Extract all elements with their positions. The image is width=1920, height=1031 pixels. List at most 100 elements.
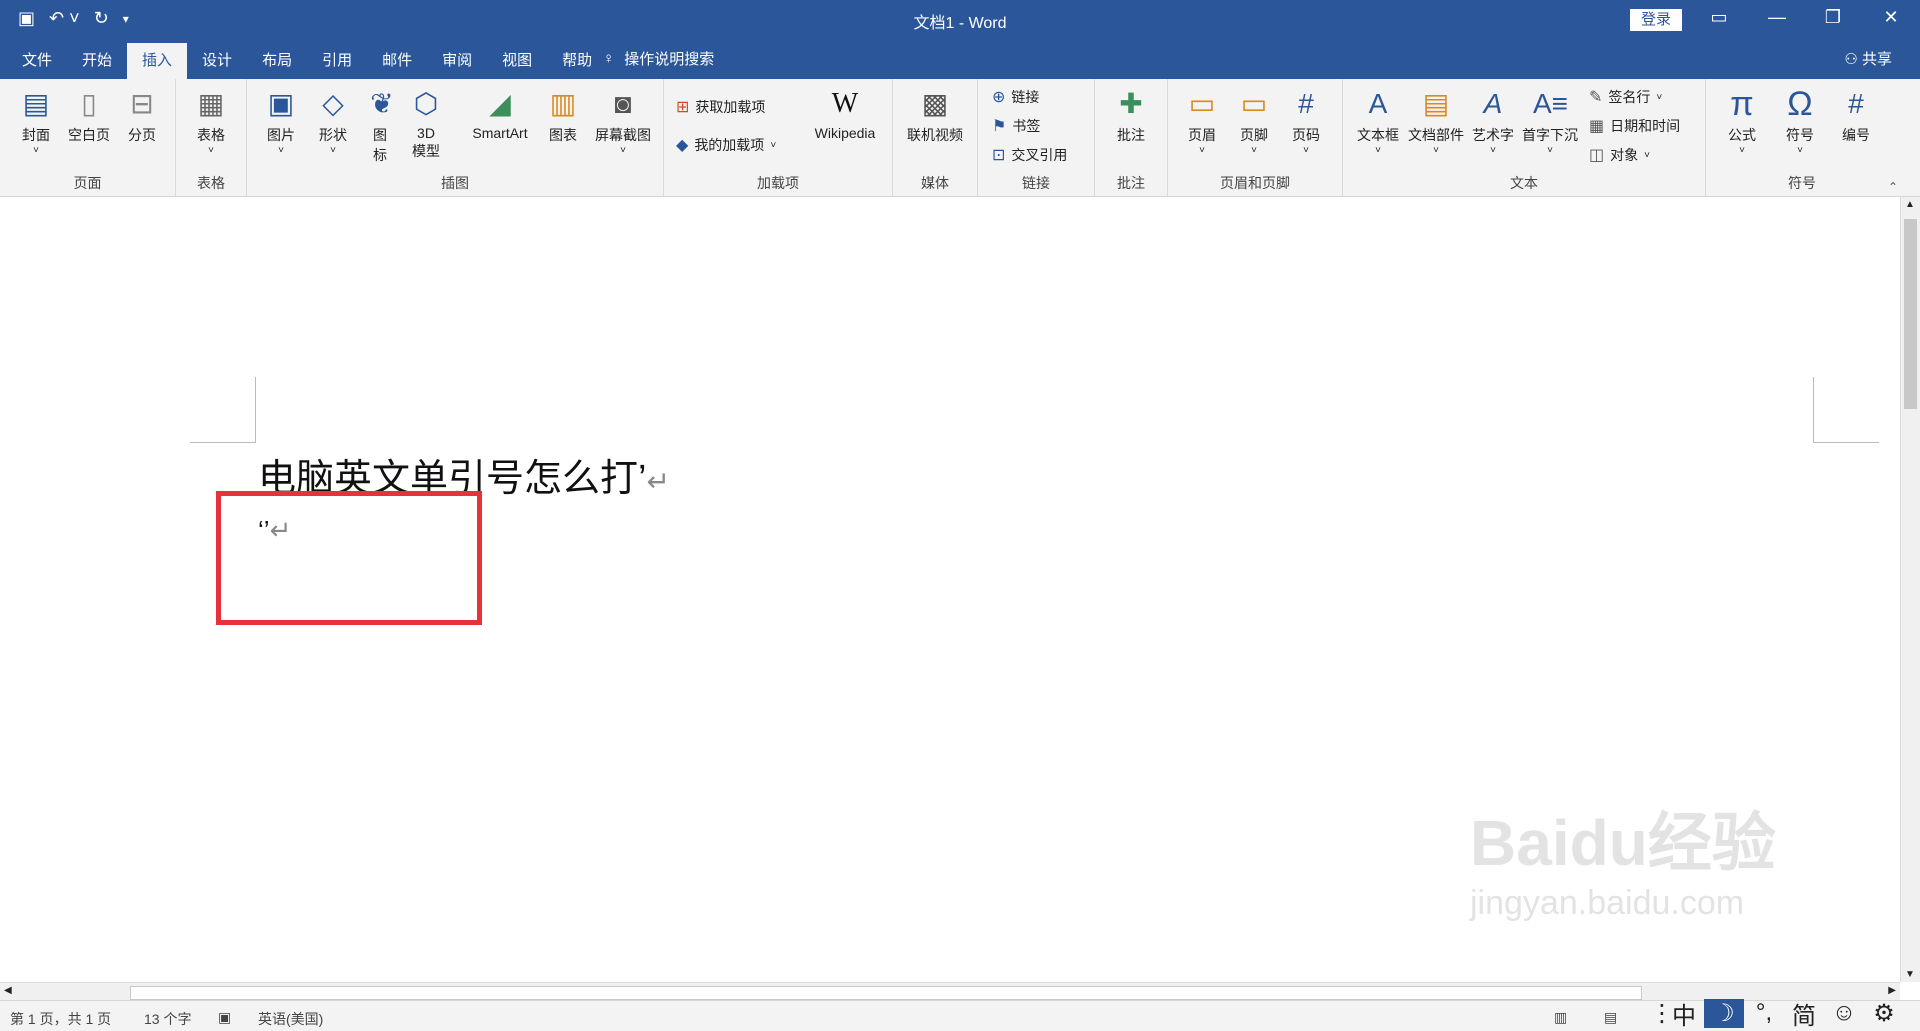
tab-references[interactable]: 引用 [307,43,367,79]
get-addins-button[interactable]: ⊞ 获取加载项 [676,97,765,117]
crop-mark-right [1813,377,1879,443]
cover-page-button[interactable]: ▤ 封面 ˅ [14,87,58,156]
tab-help[interactable]: 帮助 [547,43,607,79]
table-icon: ▦ [197,88,225,119]
table-button[interactable]: ▦ 表格 ˅ [189,87,233,156]
ime-punctuation[interactable]: °, [1744,999,1784,1027]
omega-icon: Ω [1787,85,1813,123]
wordart-button[interactable]: A 艺术字 ˅ [1469,87,1517,156]
smartart-button[interactable]: ◢ SmartArt [465,87,535,141]
close-icon[interactable]: ✕ [1876,7,1906,28]
equation-button[interactable]: π 公式 ˅ [1720,87,1764,156]
tell-me-search[interactable]: ♀ 操作说明搜索 [603,48,714,69]
tab-mailings[interactable]: 邮件 [367,43,427,79]
ime-moon-icon[interactable]: ☽ [1704,998,1744,1028]
page-break-icon: ⊟ [130,88,154,119]
vertical-scrollbar[interactable]: ▲ ▼ [1900,197,1920,982]
document-area[interactable]: 电脑英文单引号怎么打’↵ ‘’↵ Baidu经验 jingyan.baidu.c… [0,197,1900,982]
symbol-button[interactable]: Ω 符号 ˅ [1778,87,1822,156]
footer-button[interactable]: ▭ 页脚 ˅ [1234,87,1274,156]
scroll-left-icon[interactable]: ◀ [4,985,12,996]
scroll-right-icon[interactable]: ▶ [1888,985,1896,996]
scroll-up-icon[interactable]: ▲ [1905,199,1915,210]
horizontal-scrollbar[interactable]: ◀ ▶ [0,982,1900,1001]
link-icon: ⊕ [992,89,1006,106]
icons-button[interactable]: ❦ 图标 [365,87,395,165]
proofing-icon[interactable]: ▣ [218,1009,231,1026]
tab-layout[interactable]: 布局 [247,43,307,79]
crop-mark-left [190,377,256,443]
scroll-down-icon[interactable]: ▼ [1905,969,1915,980]
cover-page-icon: ▤ [22,88,50,119]
group-text-label: 文本 [1510,175,1538,191]
gear-icon[interactable]: ⚙ [1864,999,1904,1028]
page-number-icon: # [1298,88,1314,119]
drop-cap-button[interactable]: A≡ 首字下沉 ˅ [1519,87,1581,156]
shapes-button[interactable]: ◇ 形状 ˅ [311,87,355,156]
comment-button[interactable]: ✚ 批注 [1107,87,1155,145]
horizontal-scroll-thumb[interactable] [130,986,1642,1000]
screenshot-button[interactable]: ◙ 屏幕截图 ˅ [589,87,657,156]
cross-reference-icon: ⊡ [992,147,1006,164]
tab-review[interactable]: 审阅 [427,43,487,79]
tab-home[interactable]: 开始 [67,43,127,79]
chart-button[interactable]: ▥ 图表 [543,87,583,145]
quick-parts-button[interactable]: ▤ 文档部件 ˅ [1405,87,1467,156]
word-count[interactable]: 13 个字 [144,1009,191,1029]
group-tables: ▦ 表格 ˅ 表格 [176,79,247,196]
bookmark-button[interactable]: ⚑ 书签 [992,116,1040,136]
language[interactable]: 英语(美国) [258,1009,323,1029]
group-pages-label: 页面 [73,175,102,191]
ribbon-tabs: 文件 开始 插入 设计 布局 引用 邮件 审阅 视图 帮助 [0,39,607,79]
emoji-icon[interactable]: ☺ [1824,999,1864,1027]
picture-icon: ▣ [267,88,295,119]
paragraph-mark-icon: ↵ [646,466,670,497]
restore-icon[interactable]: ❐ [1818,7,1848,28]
pictures-button[interactable]: ▣ 图片 ˅ [261,87,301,156]
tab-file[interactable]: 文件 [0,43,67,79]
textbox-icon: A [1368,88,1388,119]
collapse-ribbon-icon[interactable]: ⌃ [1888,180,1898,194]
header-button[interactable]: ▭ 页眉 ˅ [1182,87,1222,156]
tab-view[interactable]: 视图 [487,43,547,79]
3d-models-button[interactable]: ⬡ 3D 模型 [404,87,448,161]
page-number-button[interactable]: # 页码 ˅ [1286,87,1326,156]
tab-design[interactable]: 设计 [187,43,247,79]
tell-me-label: 操作说明搜索 [624,51,715,68]
signature-icon: ✎ [1589,89,1603,106]
group-tables-label: 表格 [197,175,225,191]
ime-chinese[interactable]: 中 [1664,996,1704,1031]
date-time-button[interactable]: ▦ 日期和时间 [1589,116,1680,136]
read-mode-icon[interactable]: ▥ [1554,1009,1567,1026]
object-button[interactable]: ◫ 对象 ˅ [1589,145,1650,165]
tab-insert[interactable]: 插入 [127,43,188,79]
ime-handle-icon: ⋮ [1650,999,1674,1027]
page-break-button[interactable]: ⊟ 分页 [120,87,164,145]
numbering-button[interactable]: # 编号 [1834,87,1878,145]
ribbon-tabs-bar: 文件 开始 插入 设计 布局 引用 邮件 审阅 视图 帮助 ♀ 操作说明搜索 ⚇… [0,39,1920,79]
my-addins-button[interactable]: ◆ 我的加载项 ˅ [676,135,776,155]
object-icon: ◫ [1589,147,1605,164]
page-count[interactable]: 第 1 页，共 1 页 [10,1009,111,1029]
wikipedia-icon: W [831,88,859,119]
ime-simplified[interactable]: 简 [1784,996,1824,1031]
signature-line-button[interactable]: ✎ 签名行 ˅ [1589,87,1662,107]
online-video-button[interactable]: ▩ 联机视频 [899,87,971,145]
wikipedia-button[interactable]: W Wikipedia [805,87,885,141]
login-button[interactable]: 登录 [1630,9,1682,31]
comment-icon: ✚ [1119,88,1143,119]
blank-page-button[interactable]: ▯ 空白页 [64,87,114,145]
vertical-scroll-thumb[interactable] [1904,219,1917,409]
ribbon-display-icon[interactable]: ▭ [1704,7,1734,28]
group-media: ▩ 联机视频 媒体 [893,79,978,196]
cross-reference-button[interactable]: ⊡ 交叉引用 [992,145,1067,165]
minimize-icon[interactable]: — [1762,7,1792,28]
camera-icon: ◙ [614,88,632,119]
chart-icon: ▥ [549,88,577,119]
group-media-label: 媒体 [921,175,949,191]
share-button[interactable]: ⚇ 共享 [1844,48,1892,69]
blank-page-icon: ▯ [81,88,97,119]
link-button[interactable]: ⊕ 链接 [992,87,1039,107]
print-layout-icon[interactable]: ▤ [1604,1009,1617,1026]
textbox-button[interactable]: A 文本框 ˅ [1353,87,1403,156]
